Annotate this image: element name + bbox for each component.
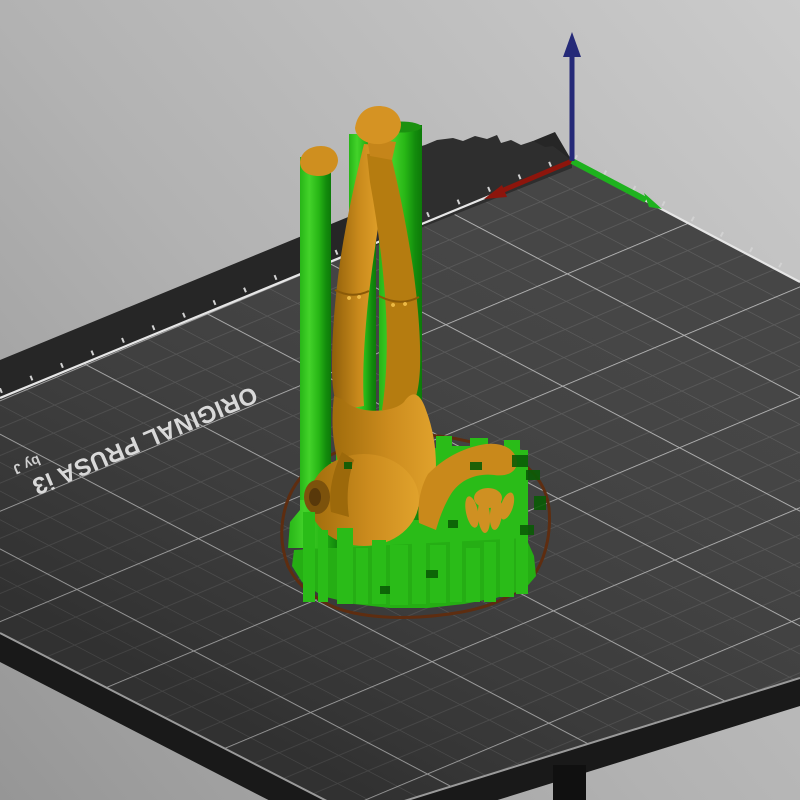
scene-canvas: ORIGINAL PRUSA i3 by J [0,32,800,800]
bed-foot-block [553,765,586,800]
slicer-3d-viewport[interactable]: ORIGINAL PRUSA i3 by J [0,0,800,800]
model-foot-left [300,146,338,176]
axis-z-arrow [563,32,581,57]
model-foot-right [355,106,401,145]
model-ear-inner [309,488,321,506]
